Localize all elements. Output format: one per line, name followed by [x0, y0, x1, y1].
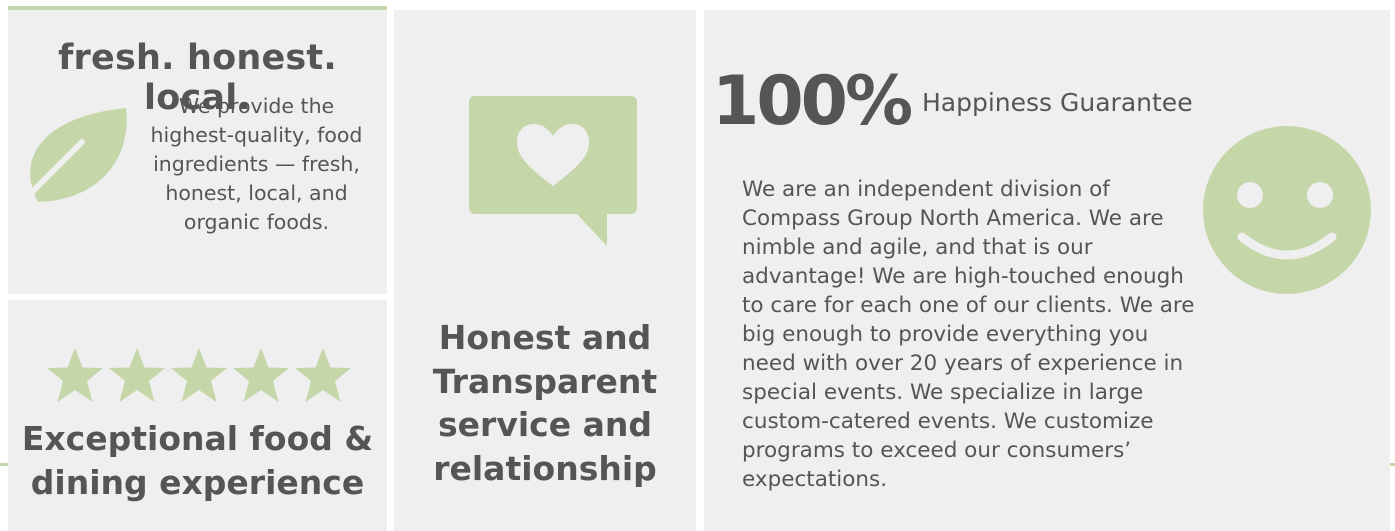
guarantee-label: Happiness Guarantee: [922, 88, 1193, 117]
honest-title: Honest and Transparent service and relat…: [394, 316, 696, 490]
star-icon: [47, 348, 103, 402]
guarantee-description-line: nimble and agile, and that is our: [742, 235, 1093, 260]
experience-title: Exceptional food & dining experience: [8, 417, 387, 505]
happiness-guarantee-panel: 100% Happiness Guarantee We are an indep…: [704, 10, 1390, 531]
star-icon: [109, 348, 165, 402]
guarantee-description-line: special events. We specialize in large: [742, 380, 1144, 405]
star-icon: [233, 348, 289, 402]
star-icon: [295, 348, 351, 402]
guarantee-percent: 100%: [712, 62, 913, 141]
guarantee-description-line: programs to exceed our consumers’: [742, 438, 1132, 463]
guarantee-description-line: expectations.: [742, 467, 888, 492]
fresh-description-line: honest, local, and: [165, 181, 348, 205]
honest-title-line: Honest and: [438, 318, 652, 357]
honest-title-line: Transparent: [432, 361, 658, 401]
left-accent-line: [0, 463, 8, 466]
guarantee-description-line: need with over 20 years of experience in: [742, 351, 1184, 376]
honest-transparent-panel: Honest and Transparent service and relat…: [394, 10, 696, 531]
guarantee-description-line: custom-catered events. We customize: [742, 409, 1154, 434]
guarantee-description-line: Compass Group North America. We are: [742, 206, 1164, 231]
right-accent-line: [1390, 463, 1395, 466]
honest-title-line: relationship: [433, 448, 657, 488]
exceptional-experience-panel: Exceptional food & dining experience: [8, 300, 387, 531]
fresh-description-line: highest-quality, food: [150, 123, 363, 147]
guarantee-description-line: advantage! We are high-touched enough: [742, 264, 1184, 289]
leaf-icon: [21, 108, 127, 203]
five-stars-icon: [47, 348, 351, 402]
fresh-honest-local-panel: fresh. honest. local. We provide the hig…: [8, 10, 387, 294]
fresh-description-line: ingredients — fresh,: [153, 152, 360, 176]
guarantee-description-line: to care for each one of our clients. We …: [742, 293, 1195, 318]
guarantee-description-line: big enough to provide everything you: [742, 322, 1149, 347]
heart-speech-bubble-icon: [469, 96, 637, 246]
honest-title-line: service and: [438, 405, 652, 444]
guarantee-description: We are an independent division of Compas…: [742, 175, 1222, 494]
guarantee-description-line: We are an independent division of: [742, 177, 1110, 202]
star-icon: [171, 348, 227, 402]
fresh-description-line: organic foods.: [183, 210, 330, 234]
fresh-description: We provide the highest-quality, food ing…: [134, 92, 379, 237]
smiley-face-icon: [1203, 126, 1371, 294]
fresh-description-line: We provide the: [178, 94, 335, 118]
experience-title-line: Exceptional food &: [21, 419, 374, 458]
experience-title-line: dining experience: [30, 463, 365, 502]
